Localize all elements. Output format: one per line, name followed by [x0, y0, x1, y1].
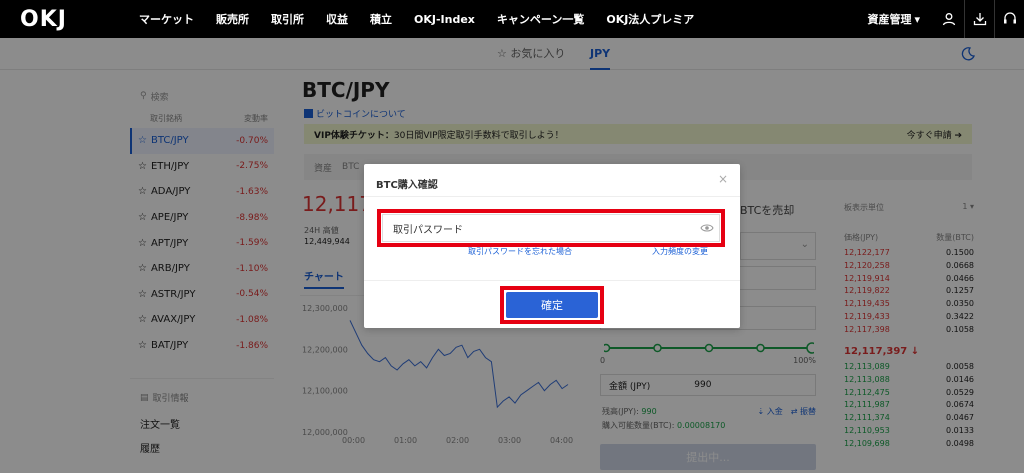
main-menu: マーケット 販売所 取引所 収益 積立 OKJ-Index キャンペーン一覧 O…: [139, 0, 716, 38]
okj-logo[interactable]: OKJ: [20, 7, 67, 32]
dialog-divider-bottom: [364, 280, 740, 281]
password-label: 取引パスワード: [393, 224, 463, 236]
nav-item-corporate[interactable]: OKJ法人プレミア: [606, 11, 694, 27]
nav-item-earn[interactable]: 収益: [326, 11, 348, 27]
nav-item-okj-index[interactable]: OKJ-Index: [414, 13, 475, 26]
dialog-divider-top: [364, 196, 740, 197]
change-frequency-link[interactable]: 入力頻度の変更: [652, 246, 708, 257]
forgot-password-link[interactable]: 取引パスワードを忘れた場合: [468, 246, 572, 257]
top-navigation: OKJ マーケット 販売所 取引所 収益 積立 OKJ-Index キャンペーン…: [0, 0, 1024, 38]
dialog-title: BTC購入確認: [376, 180, 438, 191]
user-icon[interactable]: [934, 0, 964, 38]
asset-menu[interactable]: 資産管理 ▾: [867, 11, 920, 27]
nav-item-recurring[interactable]: 積立: [370, 11, 392, 27]
eye-icon[interactable]: [695, 223, 719, 233]
nav-item-exchange[interactable]: 取引所: [271, 11, 304, 27]
nav-item-market[interactable]: マーケット: [139, 11, 194, 27]
asset-menu-label: 資産管理: [867, 13, 912, 26]
confirm-button[interactable]: 確定: [506, 292, 598, 318]
close-icon[interactable]: ×: [718, 172, 728, 186]
download-icon[interactable]: [964, 0, 994, 38]
nav-item-dealer[interactable]: 販売所: [216, 11, 249, 27]
trading-password-field: 取引パスワード: [382, 214, 720, 242]
nav-item-campaigns[interactable]: キャンペーン一覧: [497, 11, 584, 27]
purchase-confirm-dialog: BTC購入確認 × 取引パスワード 取引パスワードを忘れた場合 入力頻度の変更 …: [364, 164, 740, 328]
caret-down-icon: ▾: [914, 12, 920, 26]
support-icon[interactable]: [994, 0, 1024, 38]
password-input[interactable]: [469, 217, 695, 239]
nav-right: 資産管理 ▾: [867, 0, 1024, 38]
